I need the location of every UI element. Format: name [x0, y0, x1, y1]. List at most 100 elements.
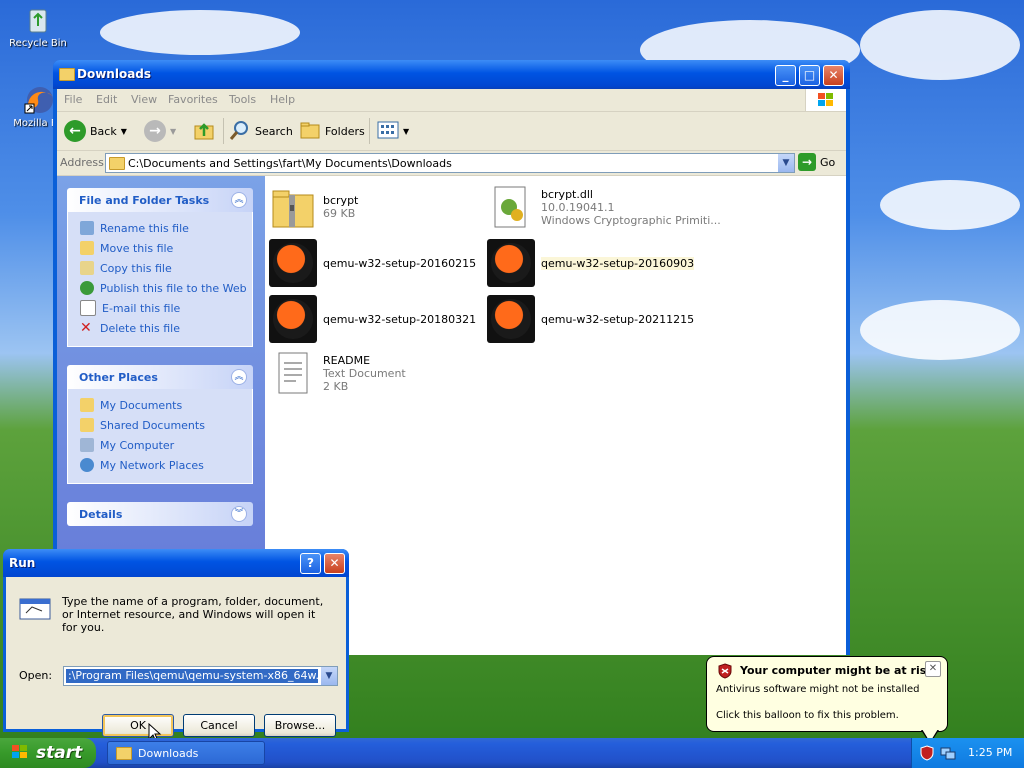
windows-logo	[805, 89, 846, 111]
place-my-computer[interactable]: My Computer	[80, 435, 252, 455]
file-item-qemu-20160215[interactable]: qemu-w32-setup-20160215	[269, 238, 476, 288]
security-alert-icon[interactable]	[920, 745, 934, 764]
forward-button[interactable]: → ▼	[144, 118, 176, 144]
task-label: Rename this file	[100, 221, 189, 235]
separator	[223, 118, 224, 144]
menu-help[interactable]: Help	[270, 93, 295, 106]
title-bar[interactable]: Downloads _ □ ✕	[53, 60, 850, 89]
file-item-qemu-20180321[interactable]: qemu-w32-setup-20180321	[269, 294, 476, 344]
task-rename[interactable]: Rename this file	[80, 218, 252, 238]
panel-title: Other Places	[79, 371, 158, 384]
open-dropdown-button[interactable]: ▼	[321, 667, 337, 685]
collapse-icon[interactable]: ︽	[231, 192, 247, 208]
file-item-bcrypt-dll[interactable]: bcrypt.dll 10.0.19041.1 Windows Cryptogr…	[487, 182, 721, 232]
place-shared-documents[interactable]: Shared Documents	[80, 415, 252, 435]
start-button[interactable]: start	[0, 738, 96, 768]
cloud	[860, 10, 1020, 80]
menu-favorites[interactable]: Favorites	[168, 93, 218, 106]
ok-button[interactable]: OK	[102, 714, 174, 737]
task-label: Publish this file to the Web	[100, 281, 247, 295]
go-label: Go	[820, 155, 836, 169]
task-move[interactable]: Move this file	[80, 238, 252, 258]
menu-view[interactable]: View	[131, 93, 157, 106]
address-field[interactable]: C:\Documents and Settings\fart\My Docume…	[105, 153, 795, 173]
cancel-button[interactable]: Cancel	[183, 714, 255, 737]
security-balloon[interactable]: Your computer might be at risk ✕ Antivir…	[706, 656, 948, 744]
panel-header[interactable]: File and Folder Tasks ︽	[67, 188, 253, 212]
file-item-bcrypt[interactable]: bcrypt 69 KB	[269, 182, 358, 232]
chevron-down-icon: ▼	[120, 126, 127, 136]
place-my-documents[interactable]: My Documents	[80, 395, 252, 415]
help-button[interactable]: ?	[300, 553, 321, 574]
task-label: Move this file	[100, 241, 174, 255]
folders-icon	[299, 119, 321, 144]
search-label: Search	[255, 124, 293, 138]
qemu-icon	[487, 239, 535, 287]
folder-up-icon	[193, 119, 215, 144]
search-button[interactable]: Search	[229, 118, 293, 144]
chevron-down-icon: ▼	[403, 126, 410, 136]
task-email[interactable]: E-mail this file	[80, 298, 252, 318]
qemu-icon	[487, 295, 535, 343]
folder-icon	[116, 746, 132, 760]
file-name: README	[323, 353, 371, 367]
expand-icon[interactable]: ︾	[231, 506, 247, 522]
maximize-button[interactable]: □	[799, 65, 820, 86]
file-item-qemu-20211215[interactable]: qemu-w32-setup-20211215	[487, 294, 694, 344]
browse-button[interactable]: Browse...	[264, 714, 336, 737]
task-delete[interactable]: ✕ Delete this file	[80, 318, 252, 338]
close-button[interactable]: ✕	[324, 553, 345, 574]
task-publish[interactable]: Publish this file to the Web	[80, 278, 252, 298]
dialog-title: Run	[9, 556, 36, 570]
balloon-title: Your computer might be at risk	[740, 664, 934, 677]
move-icon	[80, 241, 94, 255]
menu-edit[interactable]: Edit	[96, 93, 117, 106]
panel-header[interactable]: Other Places ︽	[67, 365, 253, 389]
panel-header[interactable]: Details ︾	[67, 502, 253, 526]
details-panel: Details ︾	[67, 502, 253, 526]
recycle-bin-icon	[22, 4, 54, 36]
menu-tools[interactable]: Tools	[229, 93, 256, 106]
taskbar-button-downloads[interactable]: Downloads	[107, 741, 265, 765]
open-combobox[interactable]: :\Program Files\qemu\qemu-system-x86_64w…	[63, 666, 338, 686]
go-arrow-icon: →	[798, 153, 816, 171]
desktop-icon-recycle-bin[interactable]: Recycle Bin	[0, 4, 76, 49]
menu-file[interactable]: File	[64, 93, 82, 106]
clock[interactable]: 1:25 PM	[968, 746, 1012, 759]
globe-icon	[80, 281, 94, 295]
views-button[interactable]: ▼	[377, 118, 409, 144]
back-button[interactable]: ← Back ▼	[64, 118, 127, 144]
file-item-readme[interactable]: README Text Document 2 KB	[269, 348, 406, 398]
collapse-icon[interactable]: ︽	[231, 369, 247, 385]
task-copy[interactable]: Copy this file	[80, 258, 252, 278]
balloon-line2: Click this balloon to fix this problem.	[716, 710, 899, 721]
copy-icon	[80, 261, 94, 275]
run-dialog[interactable]: Run ? ✕ Type the name of a program, fold…	[3, 549, 349, 743]
task-label: E-mail this file	[102, 301, 181, 315]
file-type: Text Document	[323, 366, 406, 380]
folders-button[interactable]: Folders	[299, 118, 365, 144]
text-document-icon	[269, 349, 317, 397]
open-label: Open:	[19, 669, 53, 682]
up-button[interactable]	[193, 118, 215, 144]
file-list: bcrypt 69 KB bcrypt.dll 10.0.19041.1 Win…	[265, 176, 846, 655]
file-name: bcrypt	[323, 194, 359, 207]
address-dropdown-button[interactable]: ▼	[778, 154, 794, 172]
folder-icon	[80, 398, 94, 412]
envelope-icon	[80, 300, 96, 316]
title-bar[interactable]: Run ? ✕	[3, 549, 349, 577]
close-button[interactable]: ✕	[823, 65, 844, 86]
shared-folder-icon	[80, 418, 94, 432]
network-icon	[80, 458, 94, 472]
file-item-qemu-20160903[interactable]: qemu-w32-setup-20160903	[487, 238, 695, 288]
zip-folder-icon	[269, 183, 317, 231]
place-my-network-places[interactable]: My Network Places	[80, 455, 252, 475]
run-description: Type the name of a program, folder, docu…	[62, 595, 324, 634]
balloon-close-icon[interactable]: ✕	[925, 661, 941, 677]
minimize-button[interactable]: _	[775, 65, 796, 86]
network-tray-icon[interactable]	[940, 745, 956, 764]
windows-flag-icon	[10, 743, 30, 764]
address-bar: Address C:\Documents and Settings\fart\M…	[57, 151, 846, 176]
go-button[interactable]: → Go	[798, 153, 835, 171]
open-input-value[interactable]: :\Program Files\qemu\qemu-system-x86_64w…	[66, 669, 318, 683]
